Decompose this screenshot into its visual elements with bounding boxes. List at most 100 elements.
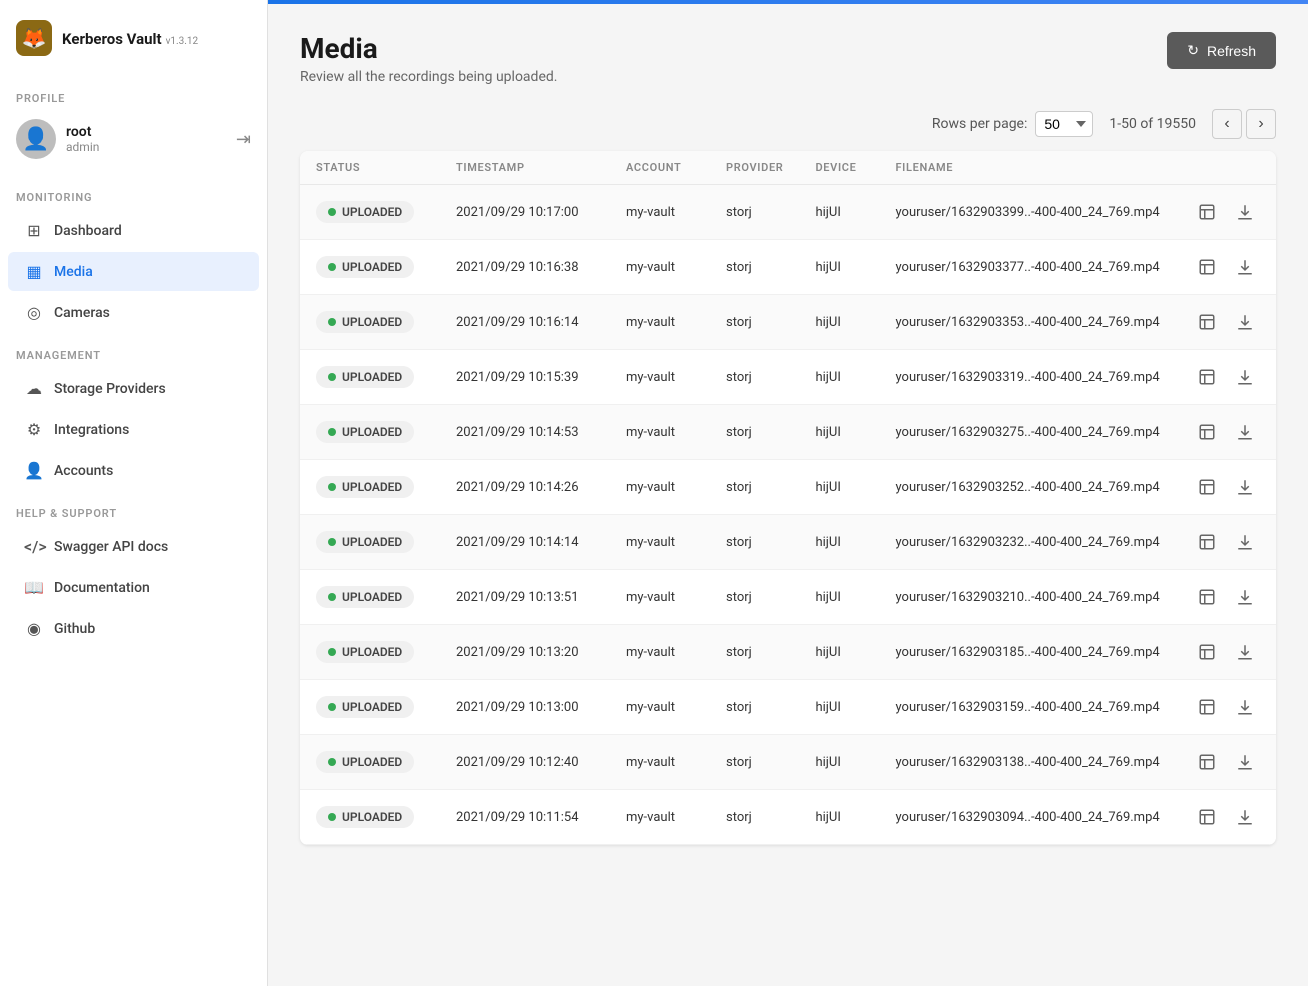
sidebar-item-storage-label: Storage Providers (54, 381, 166, 397)
table-row: UPLOADED 2021/09/29 10:14:26 my-vault st… (300, 460, 1276, 515)
view-icon[interactable] (1192, 527, 1222, 557)
sidebar-item-media[interactable]: ▦ Media (8, 252, 259, 291)
status-dot (328, 428, 336, 436)
filename-text: youruser/1632903159..-400-400_24_769.mp4 (895, 700, 1159, 715)
sidebar-item-swagger-label: Swagger API docs (54, 539, 168, 555)
cell-account: my-vault (610, 790, 710, 845)
download-icon[interactable] (1230, 637, 1260, 667)
sidebar-item-cameras[interactable]: ◎ Cameras (8, 293, 259, 332)
filename-text: youruser/1632903210..-400-400_24_769.mp4 (895, 590, 1159, 605)
cell-status: UPLOADED (300, 625, 440, 680)
sidebar-item-dashboard[interactable]: ⊞ Dashboard (8, 211, 259, 250)
pagination-arrows: ‹ › (1212, 109, 1276, 139)
sidebar-item-storage-providers[interactable]: ☁ Storage Providers (8, 369, 259, 408)
status-dot (328, 318, 336, 326)
status-dot (328, 593, 336, 601)
view-icon[interactable] (1192, 582, 1222, 612)
download-icon[interactable] (1230, 527, 1260, 557)
cell-status: UPLOADED (300, 405, 440, 460)
cell-provider: storj (710, 680, 799, 735)
dashboard-icon: ⊞ (24, 221, 44, 240)
next-page-button[interactable]: › (1246, 109, 1276, 139)
download-icon[interactable] (1230, 307, 1260, 337)
profile-info: 👤 root admin (16, 119, 99, 159)
view-icon[interactable] (1192, 637, 1222, 667)
sidebar-item-swagger[interactable]: </> Swagger API docs (8, 527, 259, 566)
status-dot (328, 703, 336, 711)
download-icon[interactable] (1230, 582, 1260, 612)
download-icon[interactable] (1230, 362, 1260, 392)
cell-device: hijUI (799, 515, 879, 570)
docs-icon: 📖 (24, 578, 44, 597)
col-header-timestamp: TIMESTAMP (440, 151, 610, 185)
status-text: UPLOADED (342, 260, 402, 274)
view-icon[interactable] (1192, 362, 1222, 392)
refresh-button[interactable]: ↻ Refresh (1167, 32, 1276, 69)
download-icon[interactable] (1230, 197, 1260, 227)
cell-actions (1176, 515, 1276, 570)
table-row: UPLOADED 2021/09/29 10:12:40 my-vault st… (300, 735, 1276, 790)
cell-actions (1176, 570, 1276, 625)
filename-text: youruser/1632903252..-400-400_24_769.mp4 (895, 480, 1159, 495)
status-badge: UPLOADED (316, 421, 414, 443)
rows-per-page-select[interactable]: 10 25 50 100 (1035, 111, 1093, 137)
rows-per-page-label: Rows per page: (932, 116, 1027, 132)
cell-device: hijUI (799, 405, 879, 460)
cell-status: UPLOADED (300, 295, 440, 350)
view-icon[interactable] (1192, 747, 1222, 777)
download-icon[interactable] (1230, 472, 1260, 502)
status-text: UPLOADED (342, 370, 402, 384)
status-badge: UPLOADED (316, 641, 414, 663)
cell-provider: storj (710, 625, 799, 680)
sidebar-item-documentation[interactable]: 📖 Documentation (8, 568, 259, 607)
cell-account: my-vault (610, 185, 710, 240)
cell-provider: storj (710, 735, 799, 790)
view-icon[interactable] (1192, 197, 1222, 227)
sidebar-item-integrations[interactable]: ⚙ Integrations (8, 410, 259, 449)
status-text: UPLOADED (342, 205, 402, 219)
cell-timestamp: 2021/09/29 10:17:00 (440, 185, 610, 240)
action-icons (1192, 692, 1260, 722)
prev-page-button[interactable]: ‹ (1212, 109, 1242, 139)
view-icon[interactable] (1192, 417, 1222, 447)
accounts-icon: 👤 (24, 461, 44, 480)
download-icon[interactable] (1230, 417, 1260, 447)
sidebar-item-accounts[interactable]: 👤 Accounts (8, 451, 259, 490)
download-icon[interactable] (1230, 747, 1260, 777)
action-icons (1192, 197, 1260, 227)
table-header: STATUS TIMESTAMP ACCOUNT PROVIDER DEVICE… (300, 151, 1276, 185)
cell-device: hijUI (799, 185, 879, 240)
profile-name: root (66, 124, 99, 140)
download-icon[interactable] (1230, 802, 1260, 832)
view-icon[interactable] (1192, 692, 1222, 722)
action-icons (1192, 637, 1260, 667)
status-badge: UPLOADED (316, 311, 414, 333)
view-icon[interactable] (1192, 252, 1222, 282)
table-row: UPLOADED 2021/09/29 10:14:53 my-vault st… (300, 405, 1276, 460)
logout-icon[interactable]: ⇥ (236, 129, 251, 150)
rows-per-page-control: Rows per page: 10 25 50 100 (932, 111, 1093, 137)
status-dot (328, 813, 336, 821)
cell-provider: storj (710, 295, 799, 350)
status-dot (328, 538, 336, 546)
action-icons (1192, 802, 1260, 832)
app-name: Kerberos Vault (62, 30, 162, 48)
table-row: UPLOADED 2021/09/29 10:13:51 my-vault st… (300, 570, 1276, 625)
sidebar: 🦊 Kerberos Vault v1.3.12 PROFILE 👤 root … (0, 0, 268, 986)
cell-device: hijUI (799, 350, 879, 405)
sidebar-item-media-label: Media (54, 264, 93, 280)
download-icon[interactable] (1230, 252, 1260, 282)
logo-icon: 🦊 (16, 20, 52, 56)
table-row: UPLOADED 2021/09/29 10:17:00 my-vault st… (300, 185, 1276, 240)
sidebar-item-github[interactable]: ◉ Github (8, 609, 259, 648)
view-icon[interactable] (1192, 802, 1222, 832)
cell-device: hijUI (799, 460, 879, 515)
cell-actions (1176, 625, 1276, 680)
view-icon[interactable] (1192, 307, 1222, 337)
cell-actions (1176, 460, 1276, 515)
download-icon[interactable] (1230, 692, 1260, 722)
cell-timestamp: 2021/09/29 10:11:54 (440, 790, 610, 845)
col-header-device: DEVICE (799, 151, 879, 185)
status-dot (328, 263, 336, 271)
view-icon[interactable] (1192, 472, 1222, 502)
